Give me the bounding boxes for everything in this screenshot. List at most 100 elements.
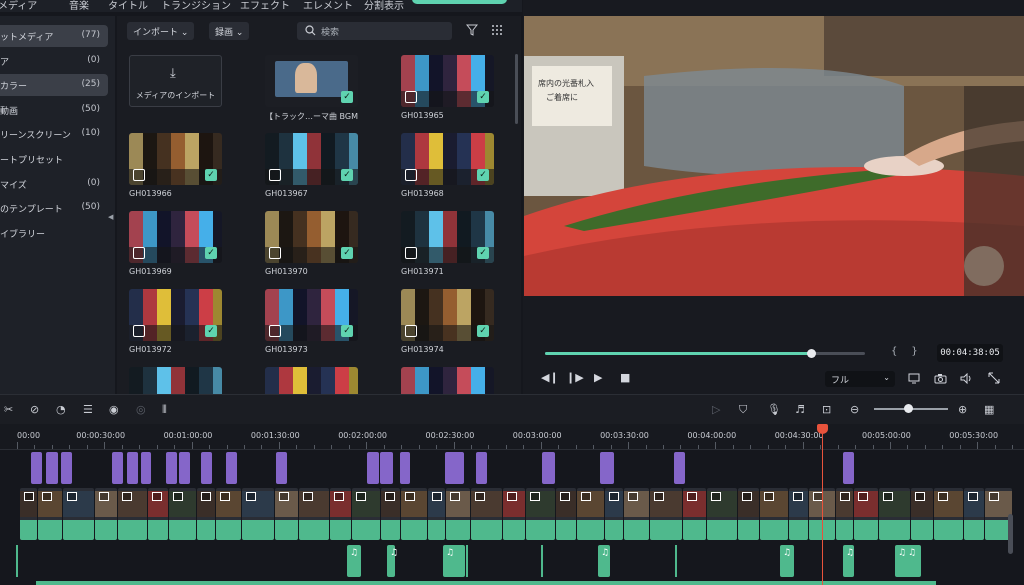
tab-effects[interactable]: エフェクト: [240, 0, 290, 12]
video-clip[interactable]: [428, 488, 445, 540]
video-clip[interactable]: [63, 488, 94, 540]
step-forward-icon[interactable]: ❙▶: [566, 371, 584, 384]
layout-icon[interactable]: ▦: [984, 403, 994, 416]
title-clip[interactable]: [61, 452, 72, 484]
title-clip[interactable]: [179, 452, 190, 484]
sidebar-item-color[interactable]: カラー (25): [0, 74, 108, 96]
audio-clip[interactable]: ♫: [387, 545, 398, 577]
video-clip[interactable]: [879, 488, 910, 540]
video-clip[interactable]: [197, 488, 215, 540]
media-tile[interactable]: ✓: [129, 289, 222, 341]
triangle-left-icon[interactable]: ◀: [108, 213, 113, 221]
media-scrollbar[interactable]: [515, 54, 518, 124]
tag-icon[interactable]: ⊘: [30, 403, 39, 416]
scissors-icon[interactable]: ✂: [4, 403, 13, 416]
adjust-icon[interactable]: ☰: [83, 403, 93, 416]
media-tile[interactable]: ✓: [265, 289, 358, 341]
tab-elements[interactable]: エレメント: [303, 0, 353, 12]
mark-in-button[interactable]: {: [891, 346, 911, 357]
music-list-icon[interactable]: ♬: [795, 403, 805, 416]
timeline-ruler[interactable]: 00:00 00:00:30:00 00:01:00:00 00:01:30:00 00…: [0, 424, 1024, 450]
waveform-icon[interactable]: ⦀: [162, 403, 167, 417]
tab-media[interactable]: メディア: [0, 0, 37, 12]
title-clip[interactable]: [843, 452, 854, 484]
video-track[interactable]: [20, 488, 1012, 540]
sidebar-item-project-media[interactable]: ットメディア (77): [0, 25, 108, 47]
video-clip[interactable]: [854, 488, 878, 540]
audio-track-bottom[interactable]: [36, 581, 936, 585]
title-clip[interactable]: [542, 452, 555, 484]
fullscreen-icon[interactable]: [988, 372, 1000, 384]
audio-clip[interactable]: ♫: [598, 545, 610, 577]
mark-in-out[interactable]: {}: [891, 346, 932, 357]
title-clip[interactable]: [46, 452, 58, 484]
media-tile[interactable]: ✓: [265, 55, 358, 107]
stop-icon[interactable]: ■: [620, 371, 630, 384]
audio-clip[interactable]: ♫: [347, 545, 361, 577]
video-clip[interactable]: [911, 488, 933, 540]
sidebar-item-presets[interactable]: ートプリセット: [0, 148, 108, 170]
sidebar-item-customize[interactable]: マイズ (0): [0, 173, 108, 195]
media-tile[interactable]: ✓: [265, 211, 358, 263]
media-tile[interactable]: ✓: [401, 133, 494, 185]
fit-icon[interactable]: ⊡: [822, 403, 831, 416]
video-clip[interactable]: [577, 488, 604, 540]
video-clip[interactable]: [381, 488, 400, 540]
shield-icon[interactable]: ⛉: [739, 403, 747, 417]
video-clip[interactable]: [216, 488, 241, 540]
media-tile[interactable]: ✓: [265, 133, 358, 185]
video-clip[interactable]: [683, 488, 706, 540]
step-back-icon[interactable]: ◀❙: [541, 371, 559, 384]
media-tile[interactable]: ✓: [129, 133, 222, 185]
title-clip[interactable]: [380, 452, 393, 484]
media-tile[interactable]: ✓: [129, 211, 222, 263]
audio-clip[interactable]: ♫: [443, 545, 465, 577]
audio-clip[interactable]: ♫: [843, 545, 854, 577]
audio-stretch-icon[interactable]: ◉: [109, 403, 119, 416]
title-clip[interactable]: [166, 452, 177, 484]
sidebar-item-library[interactable]: イブラリー: [0, 222, 108, 244]
video-clip[interactable]: [503, 488, 525, 540]
monitor-icon[interactable]: [908, 373, 920, 384]
video-clip[interactable]: [169, 488, 196, 540]
title-clip[interactable]: [445, 452, 464, 484]
sidebar-item-shared-media[interactable]: ア (0): [0, 50, 108, 72]
title-clip[interactable]: [201, 452, 212, 484]
tab-transitions[interactable]: トランジション: [161, 0, 231, 12]
tab-titles[interactable]: タイトル: [108, 0, 148, 12]
media-tile[interactable]: ✓: [401, 211, 494, 263]
video-clip[interactable]: [738, 488, 759, 540]
video-clip[interactable]: [605, 488, 623, 540]
title-clip[interactable]: [400, 452, 410, 484]
title-clip[interactable]: [127, 452, 138, 484]
video-clip[interactable]: [352, 488, 380, 540]
sidebar-item-templates[interactable]: のテンプレート (50): [0, 197, 108, 219]
import-media-tile[interactable]: ⤓ メディアのインポート: [129, 55, 222, 107]
playback-progress-handle[interactable]: [806, 349, 816, 358]
title-clip[interactable]: [31, 452, 42, 484]
video-clip[interactable]: [95, 488, 117, 540]
video-clip[interactable]: [526, 488, 555, 540]
video-clip[interactable]: [38, 488, 62, 540]
video-clip[interactable]: [20, 488, 37, 540]
video-clip[interactable]: [760, 488, 788, 540]
media-tile[interactable]: ✓: [401, 55, 494, 107]
camera-icon[interactable]: [934, 373, 947, 384]
quality-select[interactable]: フル ⌄: [825, 371, 895, 387]
video-clip[interactable]: [789, 488, 808, 540]
title-clip[interactable]: [276, 452, 287, 484]
title-clip[interactable]: [226, 452, 237, 484]
media-tile[interactable]: ✓: [401, 289, 494, 341]
title-clip[interactable]: [600, 452, 614, 484]
zoom-in-icon[interactable]: ⊕: [958, 403, 967, 416]
video-clip[interactable]: [118, 488, 147, 540]
video-clip[interactable]: [242, 488, 274, 540]
video-clip[interactable]: [624, 488, 649, 540]
sidebar-item-green-screen[interactable]: リーンスクリーン (10): [0, 123, 108, 145]
video-clip[interactable]: [401, 488, 427, 540]
video-clip[interactable]: [836, 488, 853, 540]
video-clip[interactable]: [471, 488, 502, 540]
title-clip[interactable]: [367, 452, 379, 484]
search-input[interactable]: 検索: [297, 22, 452, 40]
microphone-icon[interactable]: 🎙: [767, 403, 781, 416]
